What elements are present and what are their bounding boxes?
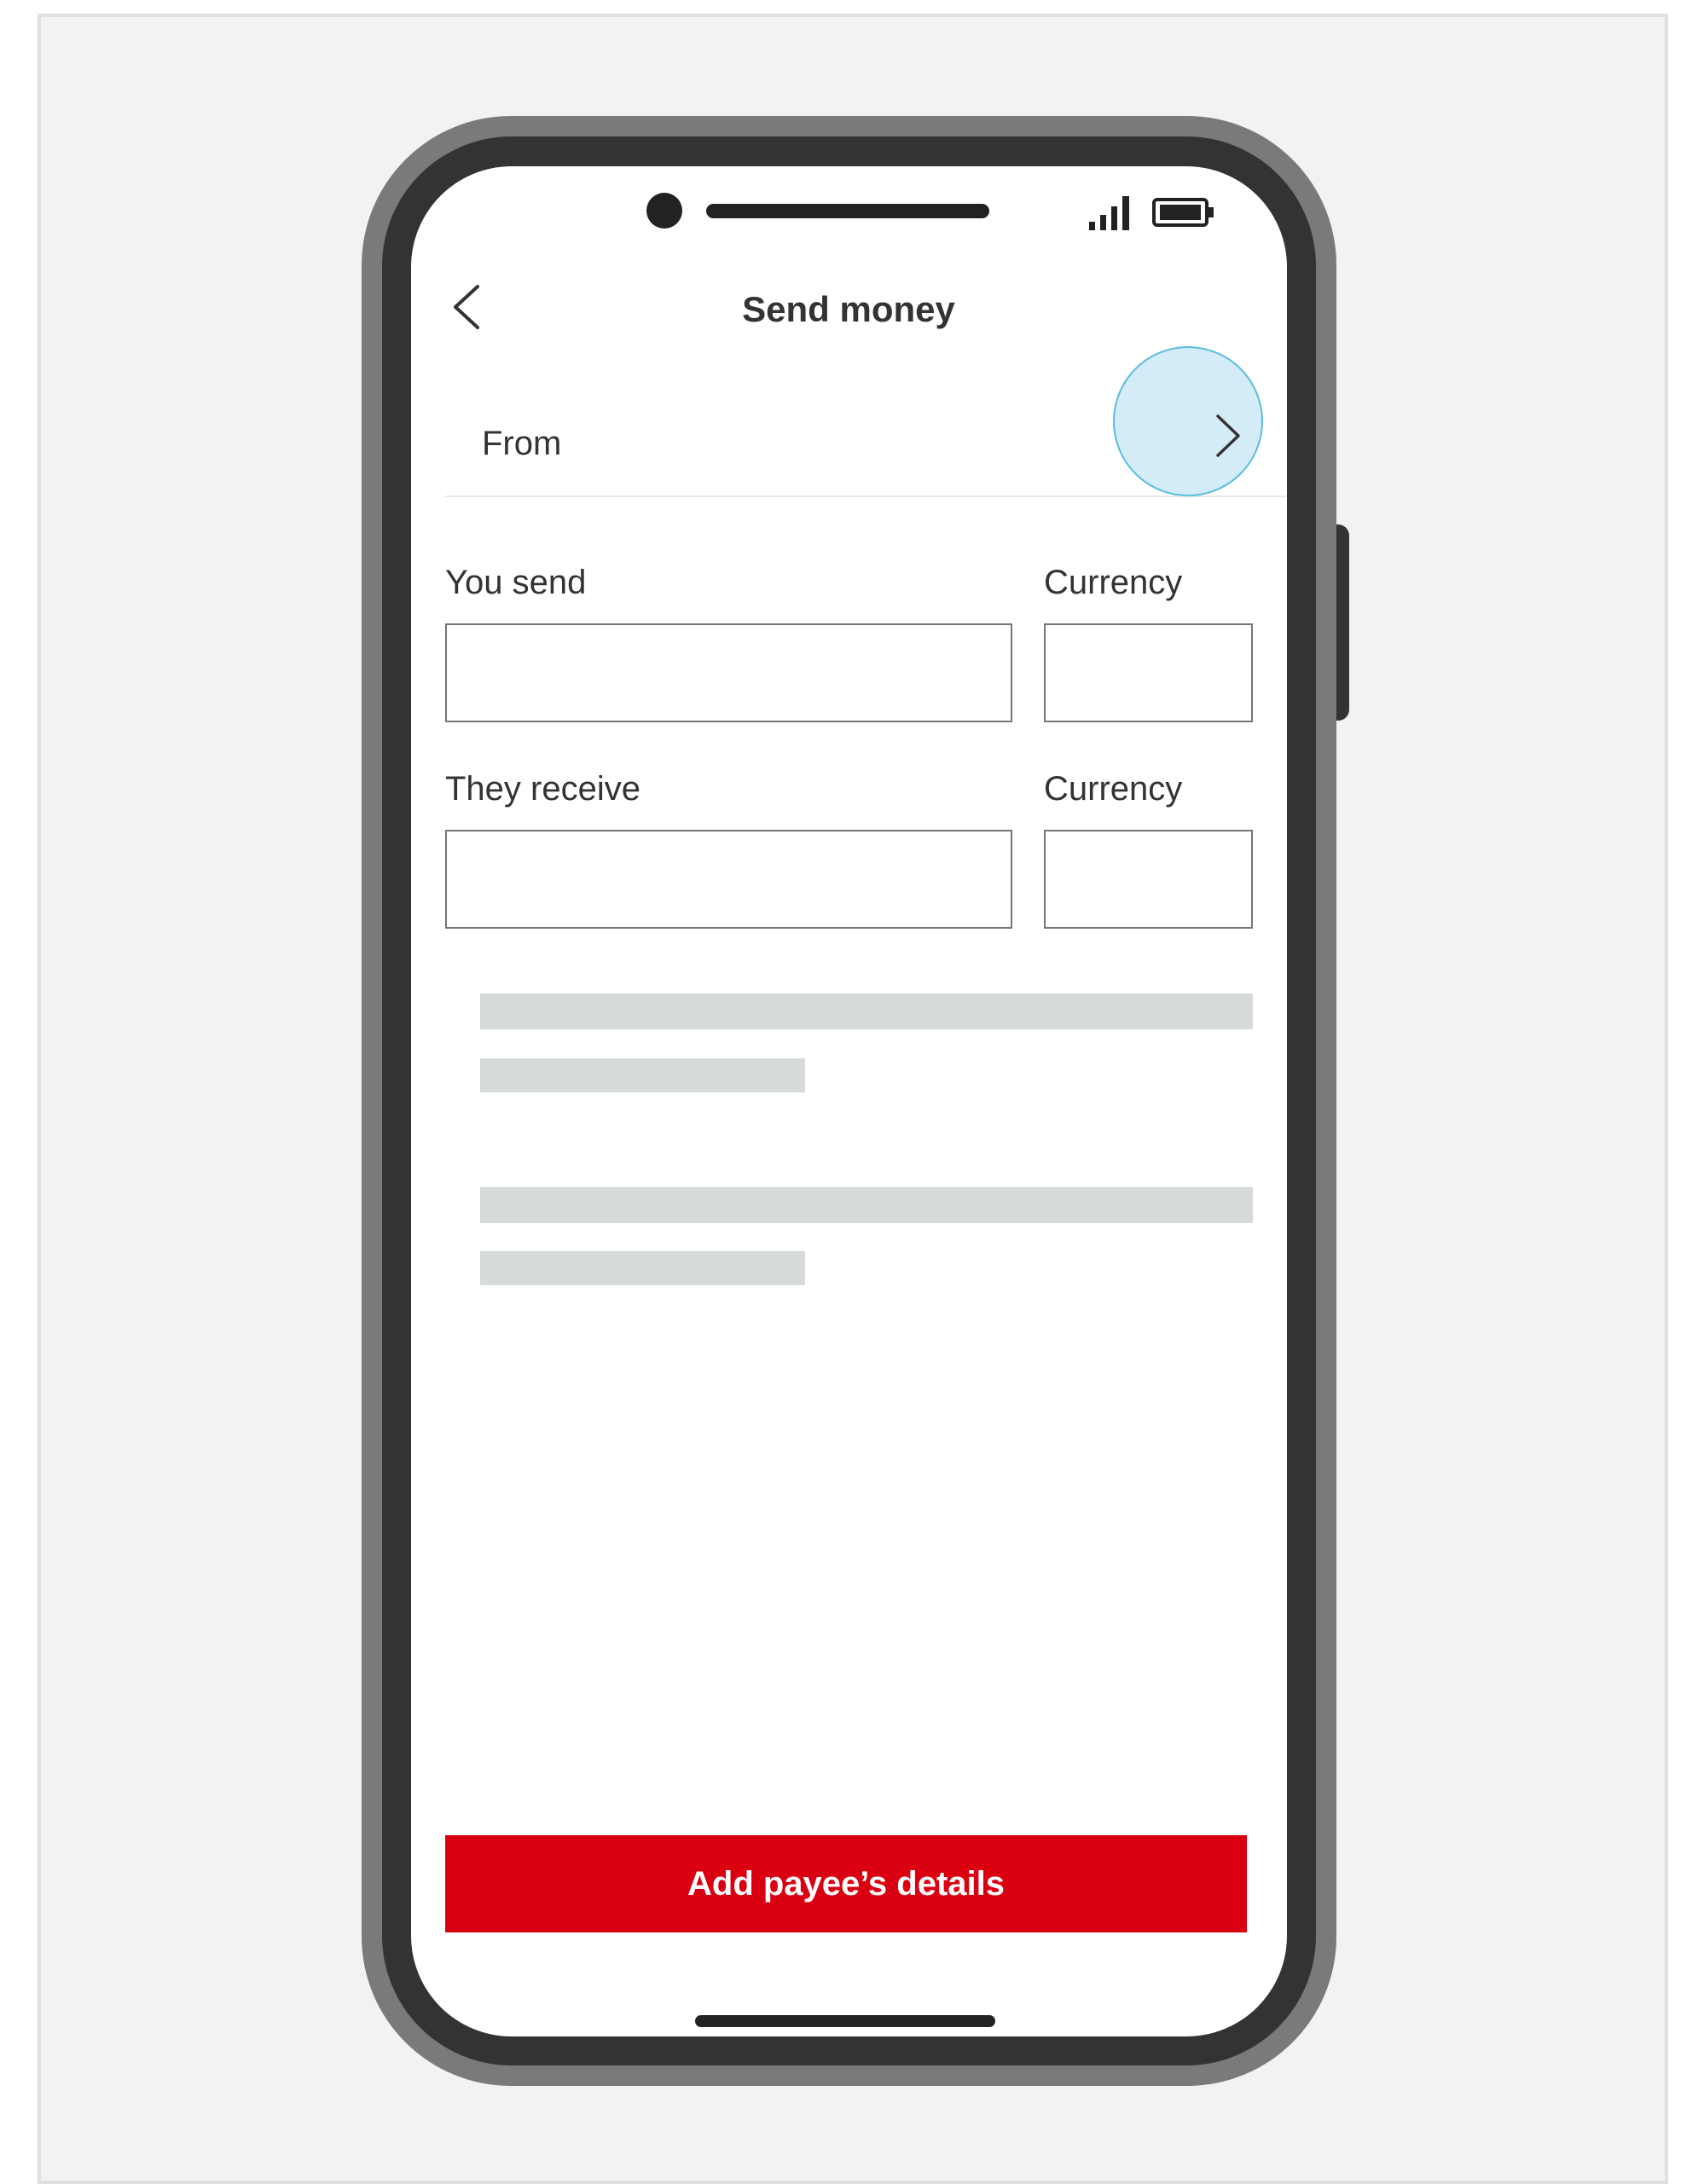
receive-currency-label: Currency xyxy=(1044,770,1183,808)
add-payee-details-button[interactable]: Add payee’s details xyxy=(445,1835,1247,1932)
divider xyxy=(445,495,1286,497)
speaker-icon xyxy=(706,204,989,218)
chevron-left-icon[interactable] xyxy=(447,281,484,333)
skeleton-line xyxy=(480,994,1253,1029)
they-receive-label: They receive xyxy=(445,770,640,808)
signal-icon xyxy=(1089,196,1129,230)
send-currency-input[interactable] xyxy=(1044,623,1253,722)
front-camera-icon xyxy=(646,193,682,229)
skeleton-line xyxy=(480,1251,805,1285)
chevron-right-icon[interactable] xyxy=(1211,413,1245,459)
you-send-label: You send xyxy=(445,564,587,601)
skeleton-line xyxy=(480,1058,805,1092)
receive-amount-input[interactable] xyxy=(445,830,1012,929)
home-indicator xyxy=(695,2015,995,2027)
receive-currency-input[interactable] xyxy=(1044,830,1253,929)
send-amount-input[interactable] xyxy=(445,623,1012,722)
battery-icon xyxy=(1152,198,1214,227)
skeleton-line xyxy=(480,1187,1253,1223)
send-currency-label: Currency xyxy=(1044,564,1183,601)
page-title: Send money xyxy=(742,289,955,329)
from-label: From xyxy=(482,425,562,462)
